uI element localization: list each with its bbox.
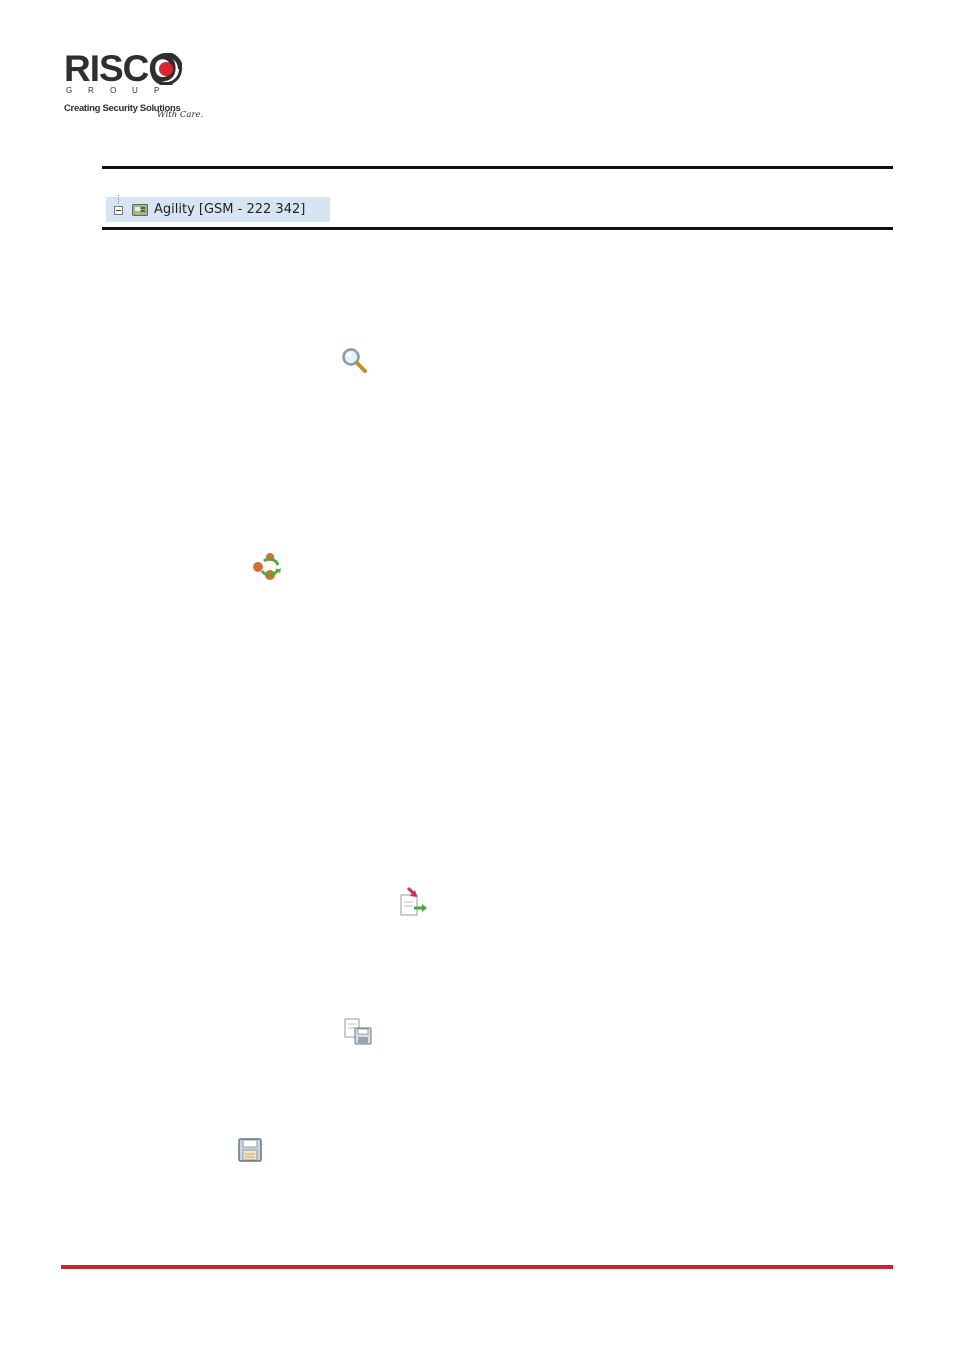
risco-logo: RISCO GROUP Creating Security Solutions … <box>64 50 214 122</box>
logo-mark-icon <box>150 53 182 85</box>
magnifier-icon <box>342 348 367 373</box>
logo-group-letter: G <box>66 86 73 95</box>
logo-group-letter: O <box>110 86 117 95</box>
tree-node-agility[interactable]: Agility [GSM - 222 342] <box>106 195 330 222</box>
tree-connector <box>118 195 120 204</box>
collapse-toggle-icon[interactable] <box>114 206 123 215</box>
header-rule-top <box>102 166 893 169</box>
logo-group-letter: R <box>88 86 94 95</box>
logo-group-text: GROUP <box>66 86 176 96</box>
logo-group-letter: P <box>154 86 160 95</box>
logo-tagline-script: With Care. <box>157 110 204 120</box>
transfer-icon <box>400 886 427 916</box>
tree-node-label: Agility [GSM - 222 342] <box>154 202 306 217</box>
floppy-icon <box>238 1138 262 1162</box>
sync-icon <box>253 553 281 580</box>
logo-group-letter: U <box>132 86 138 95</box>
save-copy-icon <box>344 1018 372 1045</box>
footer-rule <box>61 1265 893 1269</box>
control-panel-icon <box>132 204 148 216</box>
header-rule-bottom <box>102 227 893 230</box>
